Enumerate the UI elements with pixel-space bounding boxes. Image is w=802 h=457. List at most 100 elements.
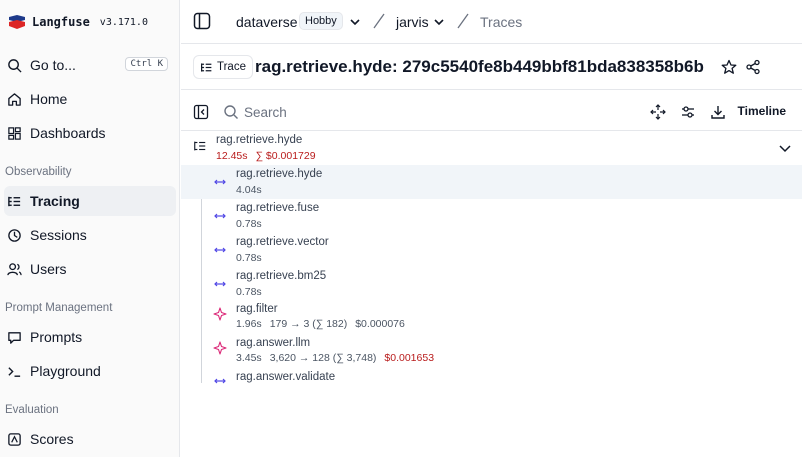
sessions-icon — [6, 227, 22, 243]
tree-node-cost: $0.000076 — [355, 318, 405, 330]
section-title-prompt-management: Prompt Management — [5, 302, 113, 314]
tree-node-name: rag.retrieve.bm25 — [236, 270, 327, 282]
tree-node-duration: 1.96s — [236, 318, 262, 330]
trace-title: rag.retrieve.hyde: 279c5540fe8b449bbf81b… — [255, 57, 704, 76]
chevron-down-icon[interactable] — [349, 16, 361, 28]
sidebar-item-users[interactable]: Users — [4, 254, 176, 284]
breadcrumb-separator-icon — [373, 13, 385, 29]
topbar: dataverse Hobby jarvis Traces — [181, 0, 802, 44]
sidebar-item-label: Scores — [30, 431, 74, 447]
tree-root-row[interactable]: rag.retrieve.hyde 12.45s ∑ $0.001729 — [181, 131, 802, 165]
generation-icon — [213, 341, 227, 355]
tree-node-cost: $0.001653 — [384, 352, 435, 364]
timeline-button[interactable]: Timeline — [738, 104, 786, 118]
sidebar-item-label: Home — [30, 91, 68, 107]
sidebar-toggle-icon[interactable] — [193, 12, 211, 30]
download-icon[interactable] — [710, 104, 726, 120]
tracing-icon — [201, 62, 212, 72]
tree-node-duration: 12.45s — [216, 150, 248, 162]
sidebar-item-label: Playground — [30, 363, 101, 379]
search-icon — [6, 57, 22, 73]
section-title-evaluation: Evaluation — [5, 404, 59, 416]
generation-icon — [213, 307, 227, 321]
tree-node-duration: 4.04s — [236, 184, 262, 196]
trace-type-chip: Trace — [193, 55, 253, 79]
star-icon[interactable] — [721, 59, 737, 75]
brand[interactable]: Langfuse v3.171.0 — [8, 12, 148, 32]
collapse-panel-icon[interactable] — [193, 104, 209, 120]
trace-tree: rag.retrieve.hyde 12.45s ∑ $0.001729 rag.… — [181, 131, 802, 457]
expand-all-icon[interactable] — [650, 104, 666, 120]
tree-node-name: rag.filter — [236, 303, 278, 315]
tree-node-tokens: 179 → 3 (∑ 182) — [269, 318, 348, 330]
tree-node-row[interactable]: rag.filter 1.96s 179 → 3 (∑ 182) $0.000076 — [181, 301, 802, 335]
settings-sliders-icon[interactable] — [680, 104, 696, 120]
sidebar-item-tracing[interactable]: Tracing — [4, 186, 176, 216]
goto-shortcut: Ctrl K — [125, 57, 168, 71]
sidebar-item-label: Dashboards — [30, 125, 106, 141]
share-icon[interactable] — [745, 59, 761, 75]
trace-chip-label: Trace — [217, 61, 246, 73]
span-icon — [214, 247, 226, 253]
brand-name: Langfuse — [32, 15, 90, 29]
breadcrumb-page[interactable]: Traces — [480, 14, 522, 30]
search-input[interactable]: Search — [244, 105, 287, 120]
home-icon — [6, 91, 22, 107]
breadcrumb-project[interactable]: jarvis — [396, 14, 429, 30]
tree-node-total-cost: ∑ $0.001729 — [255, 150, 316, 162]
tracing-icon — [6, 193, 22, 209]
tree-node-tokens: 3,620 → 128 (∑ 3,748) — [269, 352, 377, 364]
chevron-down-icon[interactable] — [778, 141, 792, 155]
tree-node-name: rag.retrieve.fuse — [236, 202, 320, 214]
chevron-down-icon[interactable] — [433, 16, 445, 28]
goto-label: Go to... — [30, 57, 76, 73]
tree-node-row[interactable]: rag.retrieve.fuse 0.78s — [181, 199, 802, 233]
span-icon — [214, 213, 226, 219]
tree-node-row[interactable]: rag.retrieve.bm25 0.78s — [181, 267, 802, 301]
users-icon — [6, 261, 22, 277]
sidebar-item-playground[interactable]: Playground — [4, 356, 176, 386]
sidebar-item-label: Tracing — [30, 193, 80, 209]
terminal-icon — [6, 363, 22, 379]
tree-node-name: rag.retrieve.hyde — [216, 134, 303, 146]
tree-node-name: rag.answer.llm — [236, 337, 311, 349]
plan-badge: Hobby — [299, 12, 343, 30]
span-icon — [214, 179, 226, 185]
tree-node-duration: 0.78s — [236, 286, 262, 298]
sidebar-item-dashboards[interactable]: Dashboards — [4, 118, 176, 148]
tree-node-meta: 3.45s 3,620 → 128 (∑ 3,748) $0.001653 — [236, 352, 434, 364]
tree-node-duration: 0.78s — [236, 252, 262, 264]
sidebar-item-prompts[interactable]: Prompts — [4, 322, 176, 352]
prompts-icon — [6, 329, 22, 345]
sidebar-item-scores[interactable]: Scores — [4, 424, 176, 454]
tree-node-row[interactable]: rag.retrieve.hyde 4.04s — [181, 165, 802, 199]
tree-node-name: rag.retrieve.hyde — [236, 168, 323, 180]
tree-node-row[interactable]: rag.answer.llm 3.45s 3,620 → 128 (∑ 3,748… — [181, 335, 802, 369]
trace-icon — [194, 141, 206, 151]
trace-toolbar: Search Timeline — [181, 91, 802, 131]
tree-node-name: rag.retrieve.vector — [236, 236, 329, 248]
tree-node-duration: 3.45s — [236, 352, 262, 364]
sidebar: Langfuse v3.171.0 Go to... Ctrl K Home D… — [0, 0, 180, 457]
scores-icon — [6, 431, 22, 447]
tree-node-row[interactable]: rag.answer.validate — [181, 369, 802, 403]
tree-node-meta: 12.45s ∑ $0.001729 — [216, 150, 316, 162]
span-icon — [214, 378, 226, 384]
goto-command[interactable]: Go to... Ctrl K — [4, 50, 176, 80]
tree-node-duration: 0.78s — [236, 218, 262, 230]
sidebar-item-sessions[interactable]: Sessions — [4, 220, 176, 250]
sidebar-item-label: Sessions — [30, 227, 87, 243]
breadcrumb-separator-icon — [457, 13, 469, 29]
sidebar-item-label: Users — [30, 261, 67, 277]
span-icon — [214, 281, 226, 287]
sidebar-item-label: Prompts — [30, 329, 83, 345]
breadcrumb-org[interactable]: dataverse — [236, 14, 297, 30]
tree-node-meta: 1.96s 179 → 3 (∑ 182) $0.000076 — [236, 318, 405, 330]
search-icon — [224, 105, 238, 119]
tree-node-row[interactable]: rag.retrieve.vector 0.78s — [181, 233, 802, 267]
langfuse-logo-icon — [9, 15, 25, 29]
dashboard-icon — [6, 125, 22, 141]
sidebar-item-home[interactable]: Home — [4, 84, 176, 114]
brand-version: v3.171.0 — [99, 16, 148, 28]
trace-header: Trace rag.retrieve.hyde: 279c5540fe8b449… — [181, 45, 802, 90]
